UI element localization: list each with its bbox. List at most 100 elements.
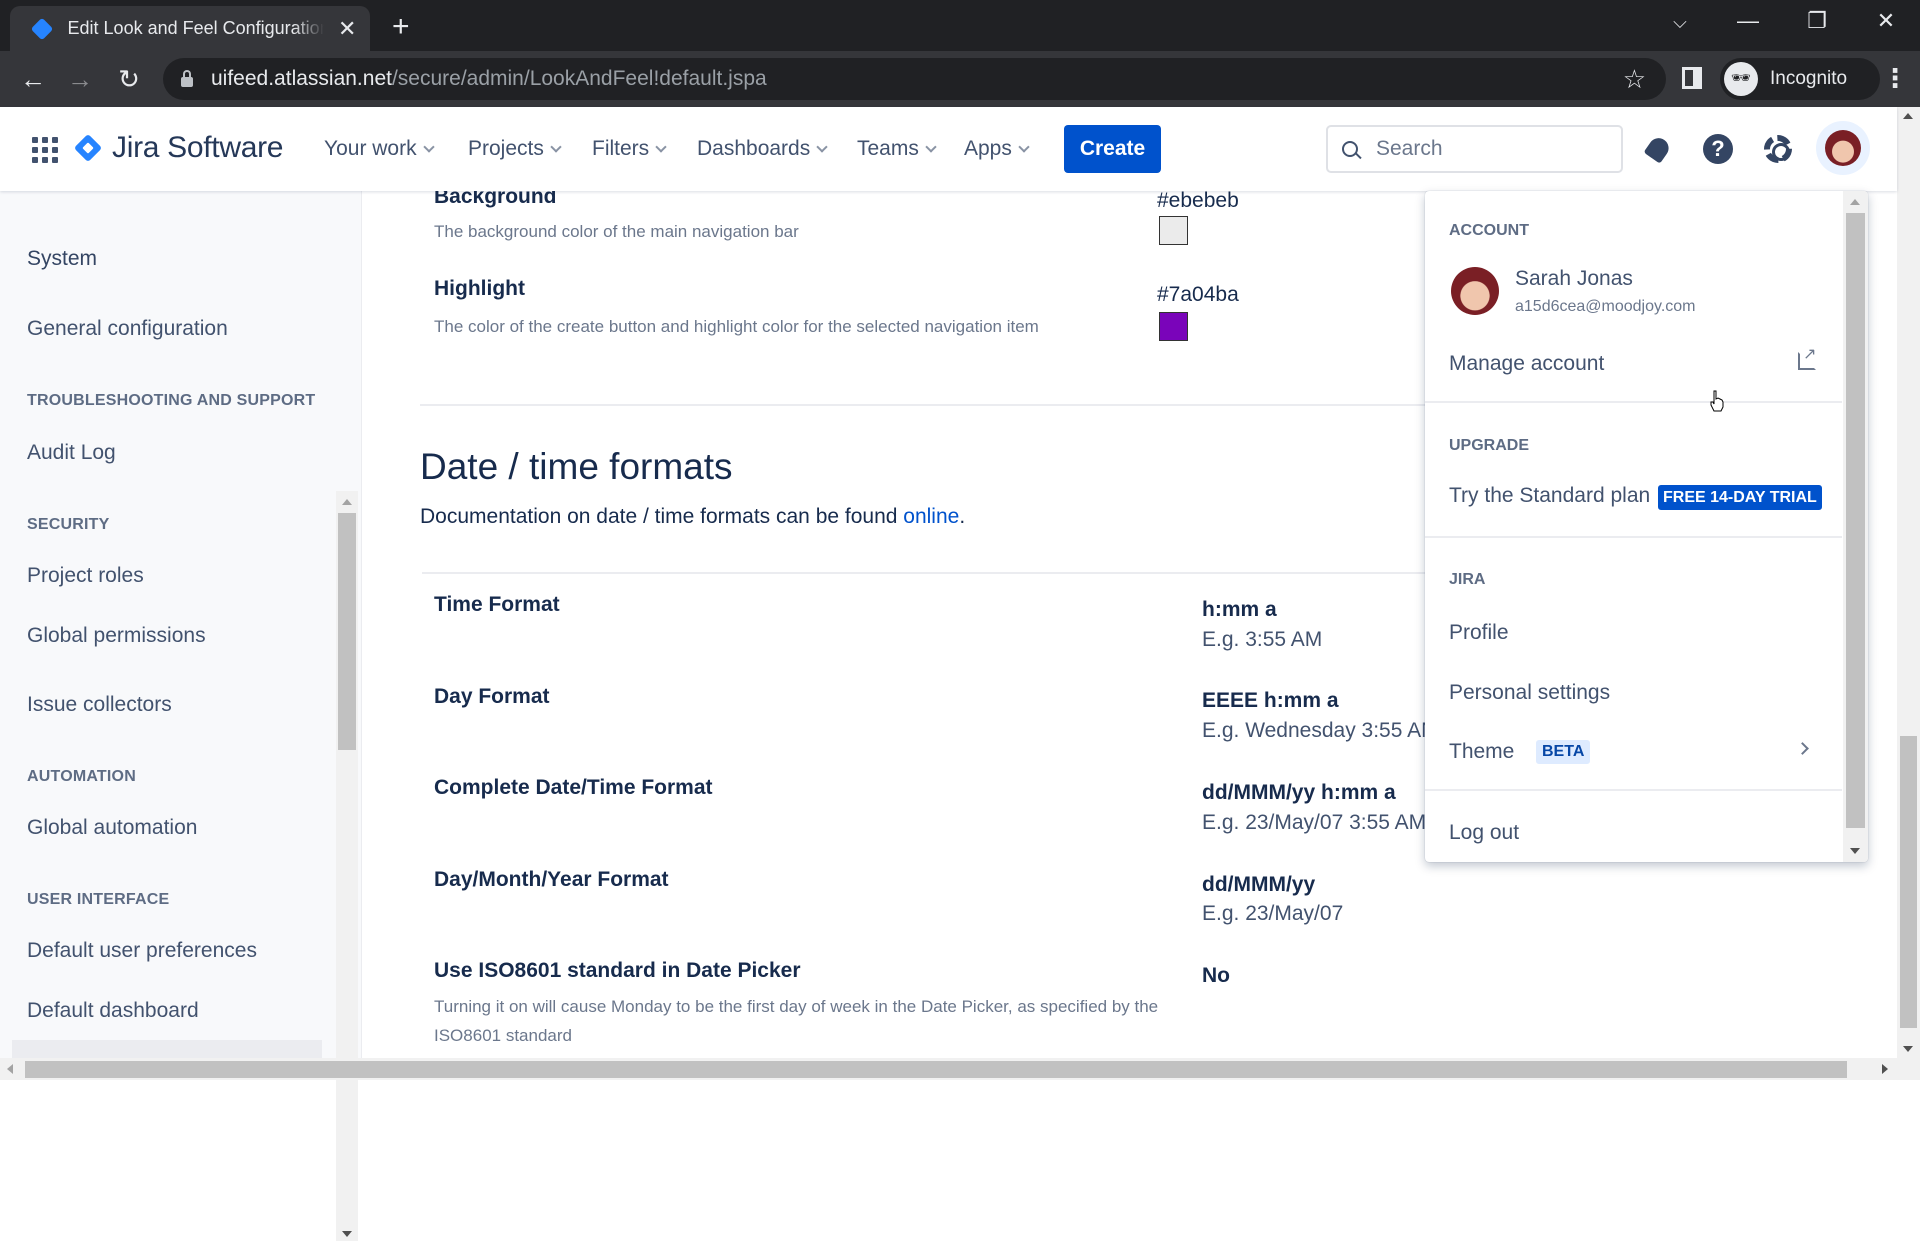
incognito-profile-button[interactable]: 🕶 Incognito (1720, 58, 1880, 100)
app-switcher-icon[interactable] (32, 137, 58, 163)
nav-projects[interactable]: Projects (468, 137, 562, 161)
sidebar-item-selected-partial[interactable] (12, 1040, 322, 1058)
sidebar-item-audit-log[interactable]: Audit Log (27, 441, 116, 465)
user-avatar (1451, 267, 1499, 315)
background-color-description: The background color of the main navigat… (434, 222, 799, 241)
browser-menu-icon[interactable]: ⋮ (1882, 63, 1908, 94)
iso8601-value: No (1202, 964, 1230, 987)
create-button[interactable]: Create (1064, 125, 1161, 173)
sidebar-item-general-configuration[interactable]: General configuration (27, 317, 228, 341)
sidebar-item-global-automation[interactable]: Global automation (27, 816, 197, 840)
tab-search-icon[interactable]: ⌵ (1660, 12, 1700, 33)
help-button[interactable]: ? (1700, 131, 1736, 167)
jira-heading: JIRA (1449, 571, 1486, 588)
new-tab-button[interactable]: + (392, 10, 410, 44)
nav-label: Teams (857, 137, 919, 160)
scroll-down-arrow-icon[interactable] (1903, 1046, 1913, 1052)
chevron-down-icon (1018, 140, 1030, 153)
nav-label: Projects (468, 137, 544, 160)
sidebar-item-issue-collectors[interactable]: Issue collectors (27, 693, 172, 717)
side-panel-icon[interactable] (1682, 67, 1702, 89)
page-horizontal-scroll-thumb[interactable] (25, 1061, 1847, 1078)
background-color-title: Background (434, 191, 557, 208)
close-tab-icon[interactable]: ✕ (336, 16, 358, 42)
dropdown-scroll-thumb[interactable] (1846, 213, 1865, 828)
sidebar-scrollbar[interactable] (336, 491, 358, 1241)
sidebar-item-default-dashboard[interactable]: Default dashboard (27, 999, 199, 1023)
scroll-left-arrow-icon[interactable] (7, 1064, 13, 1074)
day-format-value: EEEE h:mm a (1202, 689, 1339, 712)
scroll-down-arrow-icon[interactable] (342, 1231, 352, 1237)
highlight-color-swatch[interactable] (1159, 312, 1188, 341)
day-format-label: Day Format (434, 685, 550, 708)
upgrade-heading: UPGRADE (1449, 437, 1530, 454)
sidebar-item-default-user-preferences[interactable]: Default user preferences (27, 939, 257, 963)
jira-logo[interactable]: Jira Software (73, 131, 283, 165)
scroll-right-arrow-icon[interactable] (1882, 1064, 1888, 1074)
scroll-up-arrow-icon[interactable] (1903, 113, 1913, 119)
nav-your-work[interactable]: Your work (324, 137, 435, 161)
dropdown-scrollbar[interactable] (1843, 191, 1868, 862)
page-vertical-scroll-thumb[interactable] (1900, 736, 1917, 1028)
time-format-value: h:mm a (1202, 598, 1277, 621)
external-link-icon (1798, 344, 1816, 370)
reload-icon[interactable]: ↻ (112, 64, 146, 95)
log-out-item[interactable]: Log out (1449, 821, 1519, 845)
documentation-note-text: Documentation on date / time formats can… (420, 505, 904, 528)
forward-icon[interactable]: → (63, 64, 97, 95)
search-input[interactable]: Search (1326, 125, 1623, 173)
notifications-button[interactable] (1640, 131, 1676, 167)
url-path: /secure/admin/LookAndFeel!default.jspa (391, 67, 767, 90)
admin-sidebar: System General configuration TROUBLESHOO… (0, 191, 362, 1241)
background-color-swatch[interactable] (1159, 216, 1188, 245)
nav-apps[interactable]: Apps (964, 137, 1030, 161)
chevron-down-icon (422, 140, 435, 153)
browser-toolbar: ← → ↻ uifeed.atlassian.net /secure/admin… (0, 51, 1920, 107)
online-docs-link[interactable]: online (903, 505, 959, 528)
nav-dashboards[interactable]: Dashboards (697, 137, 828, 161)
time-format-example: E.g. 3:55 AM (1202, 628, 1323, 651)
close-window-icon[interactable]: ✕ (1866, 8, 1906, 34)
browser-tab-active[interactable]: Edit Look and Feel Configuration ✕ (10, 6, 370, 51)
sidebar-item-project-roles[interactable]: Project roles (27, 564, 144, 588)
profile-item[interactable]: Profile (1449, 621, 1509, 645)
sidebar-scroll-thumb[interactable] (338, 513, 356, 750)
scroll-up-arrow-icon[interactable] (342, 499, 352, 505)
page-vertical-scrollbar[interactable] (1897, 113, 1920, 1058)
sidebar-heading-automation: AUTOMATION (27, 768, 136, 785)
chevron-down-icon (816, 140, 828, 153)
scroll-up-arrow-icon[interactable] (1850, 199, 1860, 205)
back-icon[interactable]: ← (16, 64, 50, 95)
url-host: uifeed.atlassian.net (211, 67, 392, 90)
dmy-format-example: E.g. 23/May/07 (1202, 902, 1344, 925)
bookmark-star-icon[interactable]: ☆ (1623, 64, 1646, 95)
manage-account-item[interactable]: Manage account (1449, 352, 1604, 376)
personal-settings-item[interactable]: Personal settings (1449, 681, 1610, 705)
address-bar[interactable]: uifeed.atlassian.net /secure/admin/LookA… (163, 58, 1666, 100)
sidebar-item-global-permissions[interactable]: Global permissions (27, 624, 206, 648)
highlight-color-title: Highlight (434, 277, 525, 300)
profile-avatar-button[interactable] (1816, 121, 1870, 175)
try-standard-plan-item[interactable]: Try the Standard plan (1449, 484, 1650, 508)
jira-diamond-icon (73, 133, 103, 163)
date-time-formats-heading: Date / time formats (420, 446, 733, 487)
lock-icon[interactable] (181, 69, 193, 87)
scroll-down-arrow-icon[interactable] (1850, 848, 1860, 854)
browser-tab-strip: Edit Look and Feel Configuration ✕ + ⌵ —… (0, 0, 1920, 51)
iso8601-description: Turning it on will cause Monday to be th… (434, 997, 1159, 1045)
minimize-window-icon[interactable]: — (1728, 8, 1768, 34)
nav-teams[interactable]: Teams (857, 137, 937, 161)
search-placeholder: Search (1376, 137, 1443, 160)
sidebar-item-system[interactable]: System (27, 247, 97, 271)
settings-button[interactable] (1760, 131, 1796, 167)
page-horizontal-scrollbar[interactable] (0, 1058, 1920, 1080)
complete-format-label: Complete Date/Time Format (434, 776, 713, 799)
complete-format-example: E.g. 23/May/07 3:55 AM (1202, 811, 1427, 834)
nav-filters[interactable]: Filters (592, 137, 667, 161)
theme-item[interactable]: Theme (1449, 740, 1514, 764)
restore-window-icon[interactable]: ❐ (1797, 8, 1837, 34)
jira-favicon-icon (30, 17, 54, 41)
highlight-color-description: The color of the create button and highl… (434, 317, 1039, 336)
documentation-note: Documentation on date / time formats can… (420, 505, 965, 529)
nav-label: Your work (324, 137, 417, 160)
